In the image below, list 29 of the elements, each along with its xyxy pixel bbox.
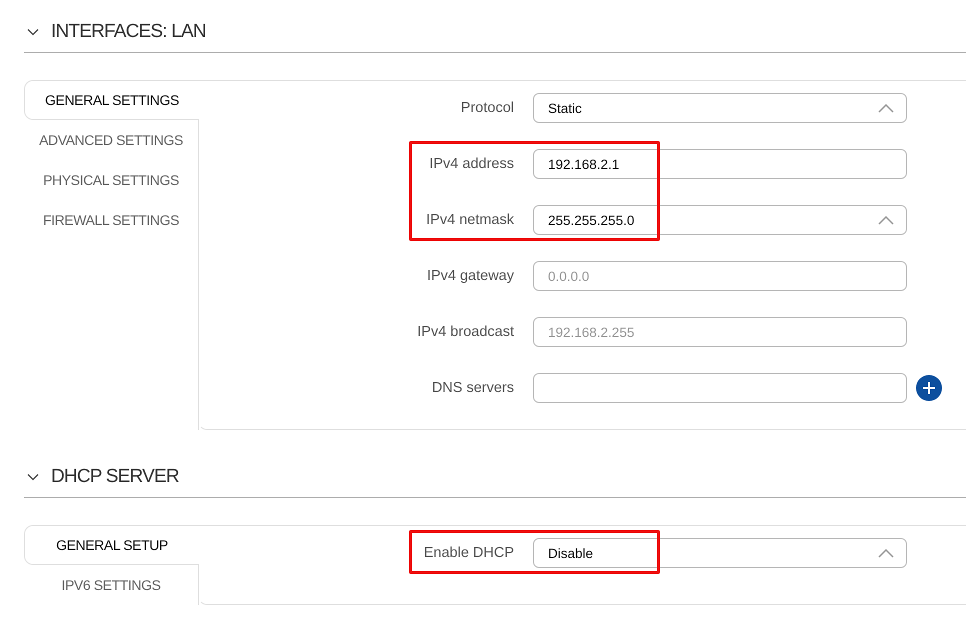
- select-field[interactable]: Disable: [533, 538, 907, 568]
- input-field[interactable]: 192.168.2.255: [533, 317, 907, 347]
- input-field[interactable]: 192.168.2.1: [533, 149, 907, 179]
- field-label: IPv4 netmask: [425, 212, 514, 228]
- select-field[interactable]: 255.255.255.0: [533, 205, 907, 235]
- chevron-up-icon: [878, 548, 894, 558]
- field-label: IPv4 address: [428, 156, 514, 172]
- tab[interactable]: PHYSICAL SETTINGS: [24, 160, 199, 200]
- section-title: INTERFACES: LAN: [51, 21, 206, 43]
- chevron-down-icon[interactable]: [27, 473, 39, 481]
- chevron-up-icon: [878, 104, 894, 112]
- tab[interactable]: FIREWALL SETTINGS: [24, 200, 199, 240]
- tab[interactable]: GENERAL SETTINGS: [24, 80, 199, 120]
- tab[interactable]: ADVANCED SETTINGS: [24, 120, 199, 160]
- chevron-down-icon[interactable]: [27, 28, 39, 36]
- add-button[interactable]: [916, 375, 942, 401]
- section-title: DHCP SERVER: [51, 466, 179, 488]
- input-field[interactable]: 0.0.0.0: [533, 261, 907, 291]
- field-label: IPv4 broadcast: [416, 324, 514, 340]
- tab[interactable]: IPV6 SETTINGS: [24, 565, 199, 605]
- tab[interactable]: GENERAL SETUP: [24, 525, 199, 565]
- field-label: IPv4 gateway: [426, 268, 514, 284]
- chevron-up-icon: [878, 216, 894, 224]
- select-field[interactable]: Static: [533, 93, 907, 123]
- plus-icon: [922, 381, 936, 395]
- input-field[interactable]: [533, 373, 907, 403]
- field-label: DNS servers: [430, 380, 514, 396]
- field-label: Protocol: [460, 100, 514, 116]
- field-label: Enable DHCP: [422, 545, 514, 561]
